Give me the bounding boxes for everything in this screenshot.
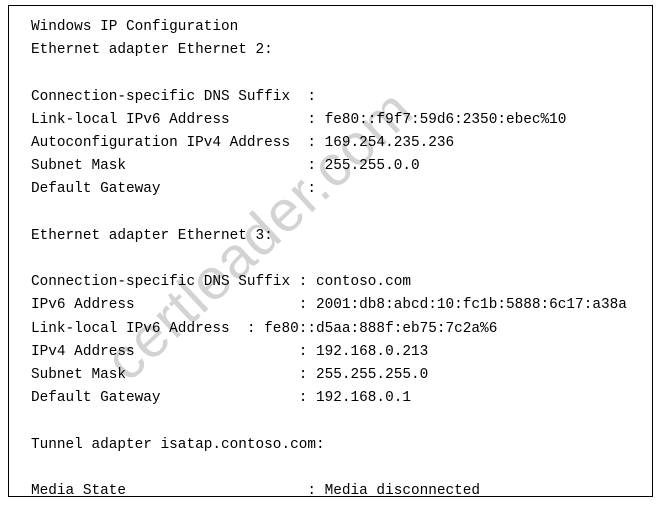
console-output-text: Windows IP Configuration Ethernet adapter… (31, 16, 627, 497)
console-line: Media State : Media disconnected (31, 483, 481, 497)
console-output-frame: Windows IP Configuration Ethernet adapter… (8, 5, 653, 497)
console-line: Subnet Mask : 255.255.255.0 (31, 367, 429, 384)
console-line: Tunnel adapter isatap.contoso.com: (31, 436, 325, 453)
console-line: Autoconfiguration IPv4 Address : 169.254… (31, 135, 455, 152)
console-line: Connection-specific DNS Suffix : (31, 88, 316, 105)
console-line: Ethernet adapter Ethernet 2: (31, 42, 273, 59)
console-line: Ethernet adapter Ethernet 3: (31, 227, 273, 244)
console-line: Connection-specific DNS Suffix : contoso… (31, 274, 411, 291)
console-line: IPv4 Address : 192.168.0.213 (31, 343, 429, 360)
console-line: Default Gateway : (31, 181, 316, 198)
console-line: Link-local IPv6 Address : fe80::d5aa:888… (31, 320, 498, 337)
console-line: Default Gateway : 192.168.0.1 (31, 390, 411, 407)
console-line: Windows IP Configuration (31, 19, 239, 35)
console-line: Link-local IPv6 Address : fe80::f9f7:59d… (31, 111, 567, 128)
console-line: Subnet Mask : 255.255.0.0 (31, 158, 420, 175)
console-line: IPv6 Address : 2001:db8:abcd:10:fc1b:588… (31, 297, 627, 314)
